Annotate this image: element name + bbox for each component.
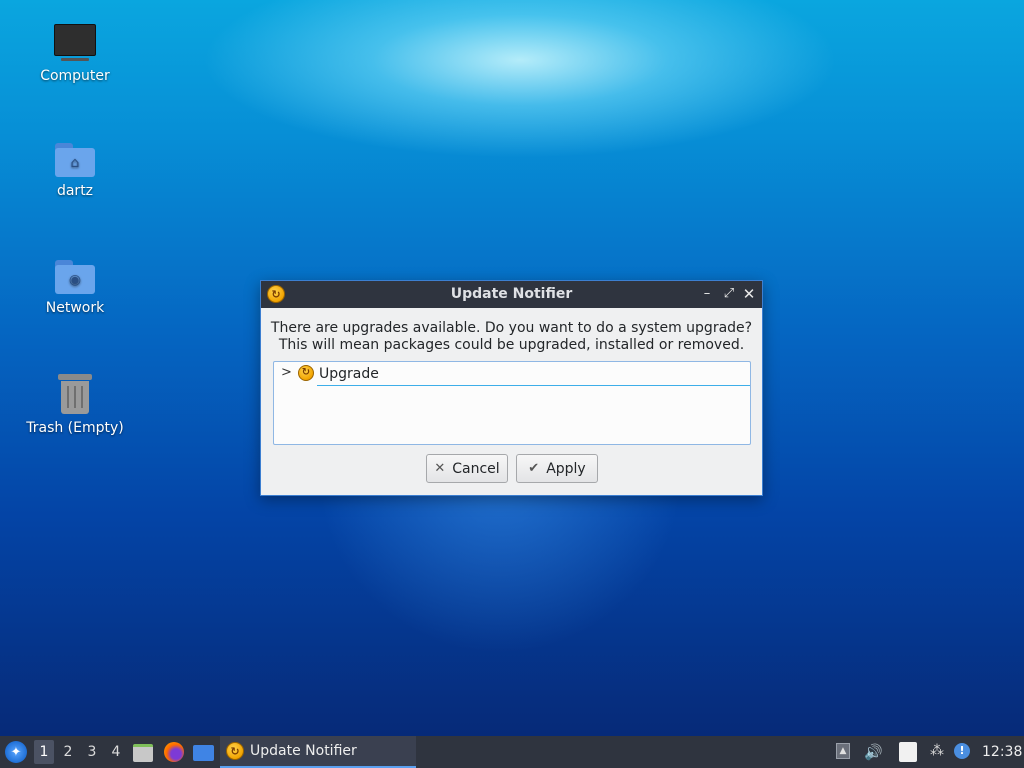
show-desktop-button[interactable] — [193, 742, 215, 764]
show-desktop-icon — [193, 745, 214, 761]
desktop-icon-home[interactable]: ⌂ dartz — [10, 143, 140, 199]
tray-expand-icon[interactable]: ▲ — [836, 743, 850, 759]
desktop-icon-trash[interactable]: Trash (Empty) — [10, 374, 140, 436]
task-label: Update Notifier — [250, 743, 357, 759]
tree-item-label: Upgrade — [317, 362, 750, 386]
dialog-title: Update Notifier — [450, 286, 573, 302]
workspace-3[interactable]: 3 — [82, 740, 102, 764]
maximize-icon[interactable]: ⤢ — [720, 285, 738, 303]
trash-icon — [58, 374, 92, 414]
firefox-launcher[interactable] — [164, 742, 186, 764]
file-manager-launcher[interactable] — [133, 742, 155, 764]
desktop-icon-computer[interactable]: Computer — [10, 24, 140, 84]
update-notifier-dialog: ↻ Update Notifier – ⤢ ✕ There are upgrad… — [260, 280, 763, 496]
network-icon[interactable]: ⁂ — [930, 743, 944, 761]
workspace-4[interactable]: 4 — [106, 740, 126, 764]
start-menu-icon: ✦ — [5, 741, 27, 763]
dialog-titlebar[interactable]: ↻ Update Notifier – ⤢ ✕ — [261, 281, 762, 308]
upgrade-tree-view[interactable]: > ↻ Upgrade — [273, 361, 751, 445]
clock[interactable]: 12:38 — [982, 736, 1022, 768]
computer-icon — [54, 24, 96, 61]
desktop-icon-label: dartz — [56, 183, 94, 199]
desktop-icon-label: Trash (Empty) — [26, 420, 124, 436]
update-available-icon[interactable]: ! — [954, 743, 970, 759]
cancel-x-icon: ✕ — [434, 461, 446, 476]
checkmark-icon: ✔ — [528, 461, 540, 476]
start-menu-button[interactable]: ✦ — [5, 736, 27, 768]
volume-icon[interactable]: 🔊 — [864, 743, 883, 761]
clipboard-icon[interactable] — [899, 742, 917, 762]
update-notifier-task-icon: ↻ — [226, 742, 244, 760]
taskbar-task-update-notifier[interactable]: ↻ Update Notifier — [220, 736, 416, 768]
home-folder-icon: ⌂ — [55, 143, 95, 177]
desktop-icon-label: Network — [45, 300, 105, 316]
message-line-1: There are upgrades available. Do you wan… — [270, 320, 753, 336]
desktop-icon-label: Computer — [40, 68, 110, 84]
close-icon[interactable]: ✕ — [740, 285, 758, 303]
expand-arrow-icon[interactable]: > — [281, 365, 292, 380]
firefox-icon — [164, 742, 184, 762]
workspace-2[interactable]: 2 — [58, 740, 78, 764]
cancel-button[interactable]: ✕ Cancel — [426, 454, 508, 483]
desktop-icon-network[interactable]: ◉ Network — [10, 260, 140, 316]
dialog-message: There are upgrades available. Do you wan… — [261, 320, 762, 354]
file-manager-icon — [133, 744, 153, 762]
apply-button[interactable]: ✔ Apply — [516, 454, 598, 483]
message-line-2: This will mean packages could be upgrade… — [278, 337, 745, 353]
workspace-1[interactable]: 1 — [34, 740, 54, 764]
network-folder-icon: ◉ — [55, 260, 95, 294]
upgrade-icon: ↻ — [298, 365, 314, 381]
minimize-icon[interactable]: – — [698, 285, 716, 303]
taskbar: ✦ 1 2 3 4 ↻ Update Notifier ▲ 🔊 ⁂ ! 12:3… — [0, 736, 1024, 768]
tree-row-upgrade[interactable]: > ↻ Upgrade — [274, 362, 750, 386]
cancel-button-label: Cancel — [452, 460, 500, 477]
apply-button-label: Apply — [546, 460, 586, 477]
